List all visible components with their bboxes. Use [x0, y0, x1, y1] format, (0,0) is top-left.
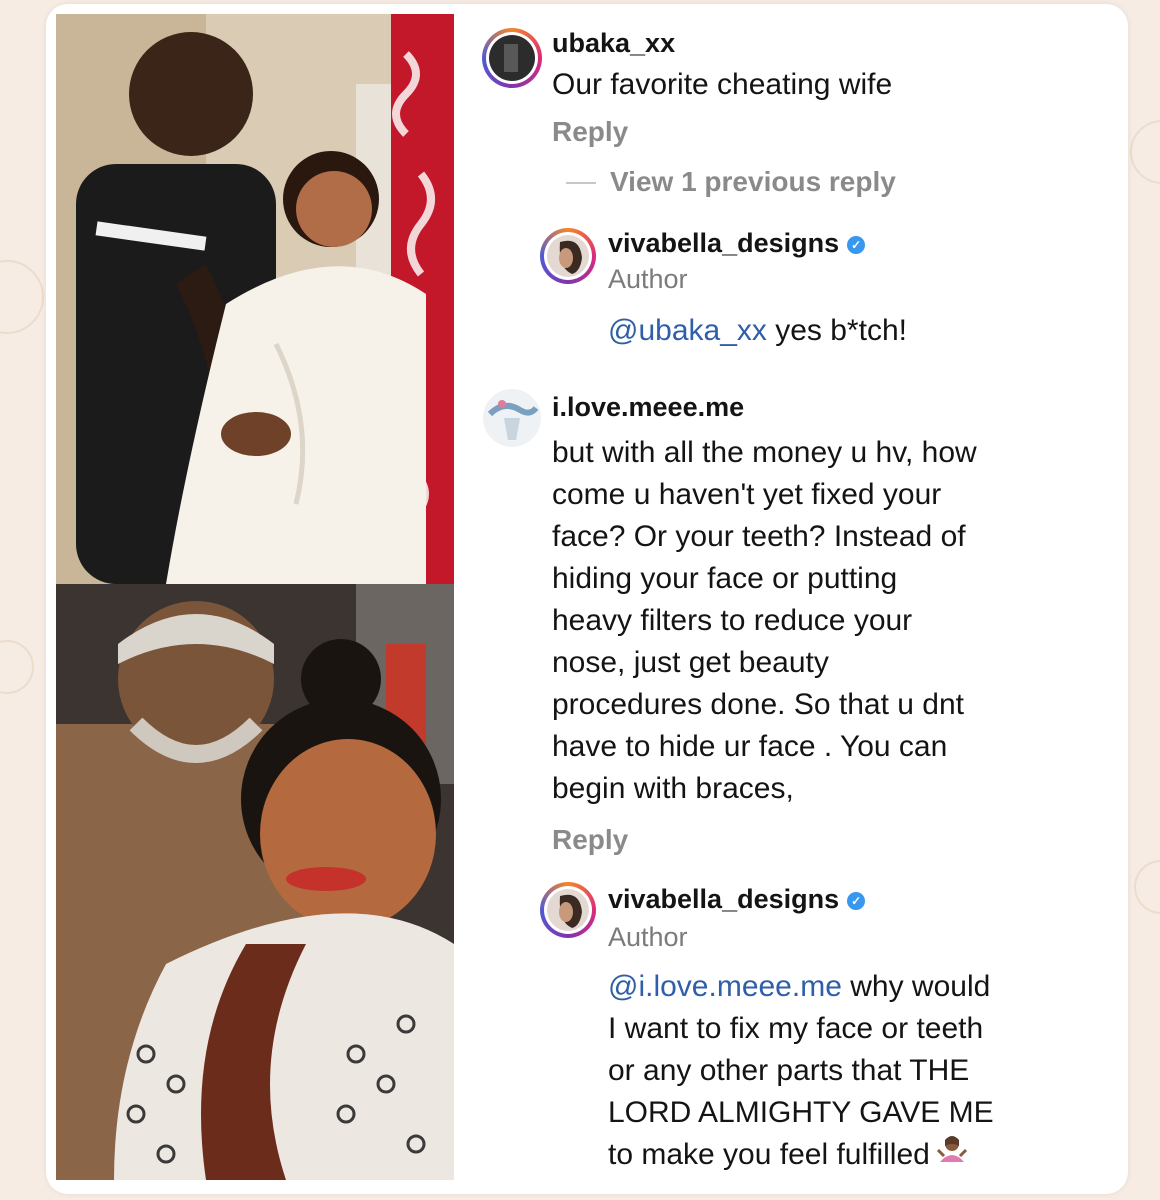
shrug-emoji-icon [936, 1134, 968, 1178]
background-doodle [0, 260, 44, 334]
avatar[interactable] [540, 228, 596, 284]
reply-username: vivabella_designs ✓ [608, 884, 866, 915]
comments-section: ubaka_xx Our favorite cheating wife Repl… [46, 4, 1128, 1194]
reply-username: vivabella_designs ✓ [608, 228, 866, 259]
comment-username[interactable]: i.love.meee.me [552, 392, 744, 423]
reply-text: @ubaka_xx yes b*tch! [608, 310, 907, 352]
comment-text-line: heavy filters to reduce your [552, 604, 913, 637]
verified-badge-icon: ✓ [847, 235, 866, 254]
author-label: Author [608, 264, 688, 294]
verified-badge-icon: ✓ [847, 891, 866, 910]
avatar[interactable] [482, 388, 542, 448]
reply-text-content: to make you feel fulfilled [608, 1138, 930, 1171]
reply-text-line: or any other parts that THE [608, 1054, 970, 1087]
comment-text: Our favorite cheating wife [552, 68, 893, 101]
comment-username[interactable]: ubaka_xx [552, 28, 675, 59]
reply-button[interactable]: Reply [552, 116, 628, 148]
thread-divider [566, 182, 596, 184]
comment-text-line: come u haven't yet fixed your [552, 478, 942, 511]
reply-text-content: yes b*tch! [766, 314, 907, 347]
comment-text-line: have to hide ur face . You can [552, 730, 948, 763]
reply-text-line: @i.love.meee.me why would [608, 966, 990, 1008]
comment-text-line: procedures done. So that u dnt [552, 688, 964, 721]
author-label: Author [608, 922, 688, 952]
reply-text-line: LORD ALMIGHTY GAVE ME [608, 1096, 994, 1129]
comment-text-line: begin with braces, [552, 772, 794, 805]
background-doodle [0, 640, 34, 694]
reply-text-line: I want to fix my face or teeth [608, 1012, 984, 1045]
comment-text-line: hiding your face or putting [552, 562, 898, 595]
comment-text-line: face? Or your teeth? Instead of [552, 520, 966, 553]
screenshot-card: ubaka_xx Our favorite cheating wife Repl… [46, 4, 1128, 1194]
avatar[interactable] [540, 882, 596, 938]
reply-username-text[interactable]: vivabella_designs [608, 884, 839, 914]
reply-text-content: why would [841, 970, 991, 1003]
comment-text-line: nose, just get beauty [552, 646, 829, 679]
reply-button[interactable]: Reply [552, 824, 628, 856]
avatar[interactable] [482, 28, 542, 88]
reply-text-line: to make you feel fulfilled [608, 1134, 968, 1178]
background-doodle [1134, 860, 1160, 914]
reply-username-text[interactable]: vivabella_designs [608, 228, 839, 258]
view-previous-replies-link[interactable]: View 1 previous reply [610, 166, 896, 198]
mention-link[interactable]: @i.love.meee.me [608, 970, 842, 1003]
mention-link[interactable]: @ubaka_xx [608, 314, 767, 347]
background-doodle [1130, 120, 1160, 184]
comment-text-line: but with all the money u hv, how [552, 436, 977, 469]
